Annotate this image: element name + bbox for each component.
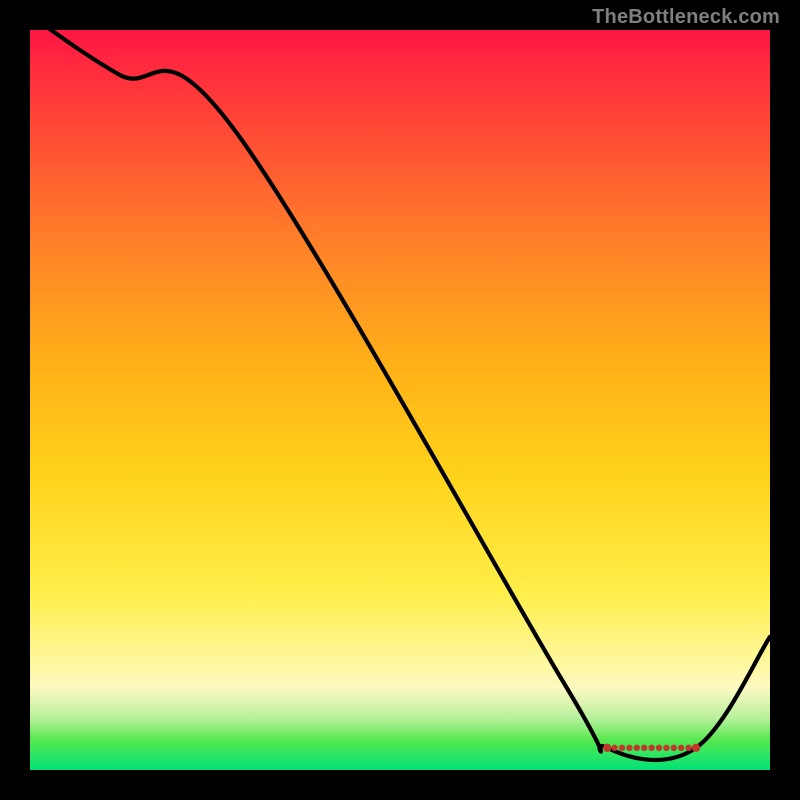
bottleneck-chart	[0, 0, 800, 800]
flat-dot	[641, 745, 647, 751]
flat-dot	[611, 745, 617, 751]
watermark-text: TheBottleneck.com	[592, 6, 780, 29]
flat-dot	[663, 745, 669, 751]
flat-dot	[671, 745, 677, 751]
flat-dot	[656, 745, 662, 751]
flat-dot	[685, 745, 691, 751]
flat-dot	[648, 745, 654, 751]
flat-dot-end	[692, 744, 700, 752]
flat-dot	[634, 745, 640, 751]
flat-dot	[626, 745, 632, 751]
flat-dot	[619, 745, 625, 751]
flat-dot-end	[603, 744, 611, 752]
flat-dot	[678, 745, 684, 751]
